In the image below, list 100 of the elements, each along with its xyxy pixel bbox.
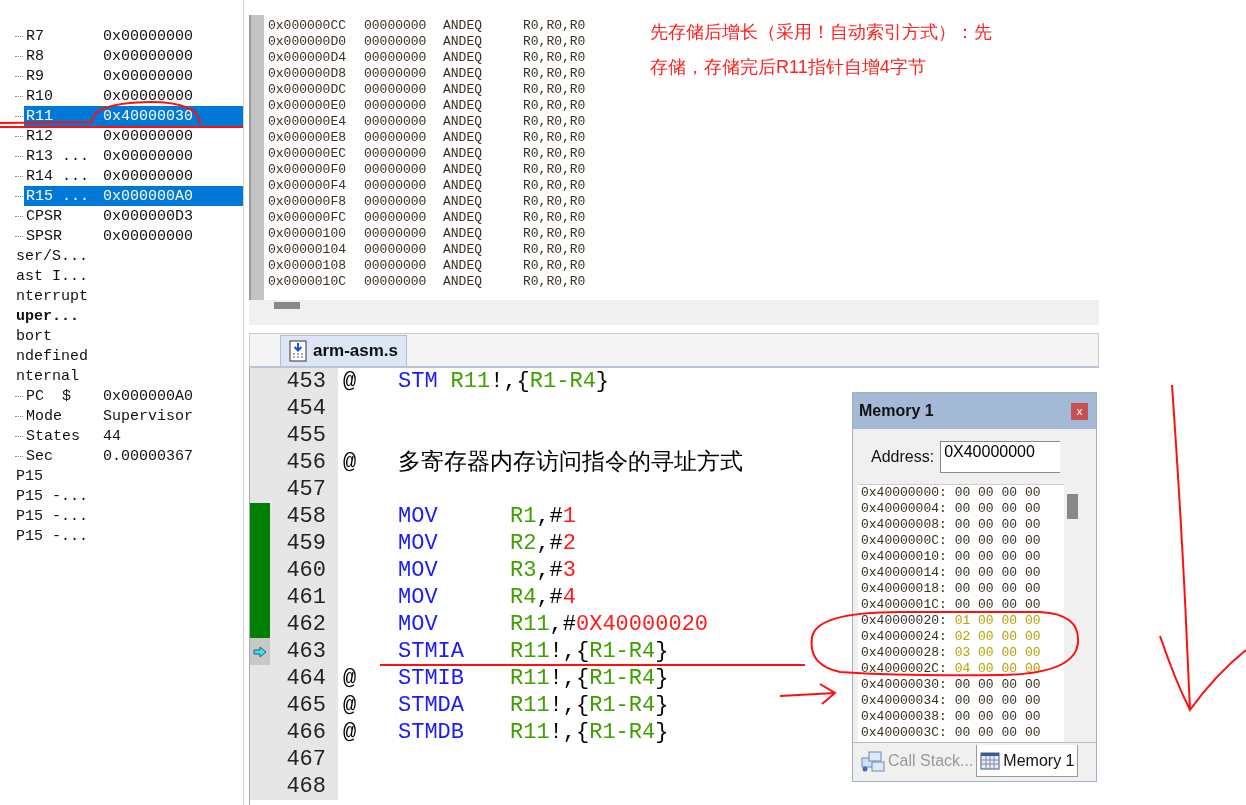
arrow-icon: [253, 645, 267, 658]
register-name: R11: [26, 107, 54, 125]
register-value: 0x00000000: [103, 147, 193, 165]
operands: R0,R0,R0: [523, 82, 586, 98]
mnemonic: ANDEQ: [443, 66, 483, 82]
mnemonic: ANDEQ: [443, 210, 483, 226]
opcode: 00000000: [364, 82, 428, 98]
opcode: 00000000: [364, 50, 428, 66]
mnemonic: ANDEQ: [443, 146, 483, 162]
register-row[interactable]: R14 ... 0x00000000: [24, 166, 243, 186]
memory-row: 0x40000000: 00 00 00 00: [861, 485, 1041, 501]
operands: R0,R0,R0: [523, 274, 586, 290]
window-title: Memory 1: [859, 402, 934, 420]
code-line: @ 多寄存器内存访问指令的寻址方式: [342, 450, 743, 475]
operands: R0,R0,R0: [523, 242, 586, 258]
operands: R0,R0,R0: [523, 114, 586, 130]
mnemonic: ANDEQ: [443, 98, 483, 114]
mnemonic: ANDEQ: [443, 114, 483, 130]
register-row[interactable]: R11 0x40000030: [24, 106, 243, 126]
mnemonic: ANDEQ: [443, 242, 483, 258]
opcode: 00000000: [364, 226, 428, 242]
memory-row: 0x40000008: 00 00 00 00: [861, 517, 1041, 533]
opcode: 00000000: [364, 98, 428, 114]
register-name: PC $: [26, 387, 72, 405]
code-line: @ STMIB R11!,{R1-R4}: [342, 666, 669, 691]
register-value: 0.00000367: [103, 447, 193, 465]
register-group[interactable]: nterrupt: [0, 287, 88, 305]
register-row[interactable]: Sec 0.00000367: [24, 446, 243, 466]
operands: R0,R0,R0: [523, 178, 586, 194]
grid-icon: [980, 751, 1001, 770]
memory-row: 0x40000030: 00 00 00 00: [861, 677, 1041, 693]
register-group[interactable]: bort: [0, 327, 52, 345]
instruction-address: 0x000000FC: [268, 210, 347, 226]
register-group[interactable]: P15 -...: [0, 527, 88, 545]
register-value: 0x00000000: [103, 227, 193, 245]
register-name: Mode: [26, 407, 63, 425]
register-group[interactable]: P15: [0, 467, 43, 485]
register-row[interactable]: R15 ... 0x000000A0: [24, 186, 243, 206]
register-group[interactable]: nternal: [0, 367, 79, 385]
file-icon: [289, 340, 307, 362]
register-value: 0x00000000: [103, 127, 193, 145]
register-row[interactable]: R9 0x00000000: [24, 66, 243, 86]
line-number: 464: [270, 665, 338, 692]
register-name: SPSR: [26, 227, 63, 245]
register-row[interactable]: R12 0x00000000: [24, 126, 243, 146]
scrollbar-thumb[interactable]: [274, 302, 300, 309]
operands: R0,R0,R0: [523, 194, 586, 210]
register-name: States: [26, 427, 81, 445]
line-number: 460: [270, 557, 338, 584]
address-field[interactable]: 0X40000000: [940, 440, 1061, 473]
register-row[interactable]: States 44: [24, 426, 243, 446]
register-group[interactable]: uper...: [0, 307, 79, 325]
code-line: MOV R4,#4: [397, 585, 576, 610]
opcode: 00000000: [364, 18, 428, 34]
register-row[interactable]: R8 0x00000000: [24, 46, 243, 66]
memory-row: 0x40000028: 03 00 00 00: [861, 645, 1041, 661]
instruction-address: 0x000000F0: [268, 162, 347, 178]
register-row[interactable]: R7 0x00000000: [24, 26, 243, 46]
opcode: 00000000: [364, 146, 428, 162]
register-row[interactable]: PC $ 0x000000A0: [24, 386, 243, 406]
register-group[interactable]: P15 -...: [0, 487, 88, 505]
opcode: 00000000: [364, 178, 428, 194]
close-button[interactable]: x: [1071, 402, 1088, 420]
code-line: MOV R1,#1: [397, 504, 576, 529]
register-name: R10: [26, 87, 54, 105]
register-value: 0x000000A0: [103, 387, 193, 405]
mnemonic: ANDEQ: [443, 178, 483, 194]
scrollbar-thumb[interactable]: [1067, 494, 1078, 519]
mnemonic: ANDEQ: [443, 50, 483, 66]
register-row[interactable]: SPSR 0x00000000: [24, 226, 243, 246]
register-row[interactable]: R13 ... 0x00000000: [24, 146, 243, 166]
register-row[interactable]: R10 0x00000000: [24, 86, 243, 106]
register-group[interactable]: ast I...: [0, 267, 88, 285]
memory-row: 0x40000004: 00 00 00 00: [861, 501, 1041, 517]
instruction-address: 0x000000D8: [268, 66, 347, 82]
code-line: @ STM R11!,{R1-R4}: [342, 369, 610, 394]
mnemonic: ANDEQ: [443, 194, 483, 210]
register-group[interactable]: P15 -...: [0, 507, 88, 525]
register-group[interactable]: ndefined: [0, 347, 88, 365]
register-name: R13 ...: [26, 147, 90, 165]
register-row[interactable]: CPSR 0x000000D3: [24, 206, 243, 226]
register-group[interactable]: ser/S...: [0, 247, 88, 265]
opcode: 00000000: [364, 34, 428, 50]
opcode: 00000000: [364, 114, 428, 130]
register-value: 0x40000030: [103, 107, 193, 125]
mnemonic: ANDEQ: [443, 18, 483, 34]
panel-tab[interactable]: Memory 1: [976, 745, 1079, 777]
horizontal-scrollbar[interactable]: [249, 300, 1099, 325]
operands: R0,R0,R0: [523, 50, 586, 66]
code-line: MOV R11,#0X40000020: [397, 612, 709, 637]
windows-icon: [861, 750, 885, 772]
register-value: Supervisor: [103, 407, 193, 425]
opcode: 00000000: [364, 194, 428, 210]
opcode: 00000000: [364, 274, 428, 290]
instruction-address: 0x000000F4: [268, 178, 347, 194]
register-row[interactable]: Mode Supervisor: [24, 406, 243, 426]
memory-row: 0x40000024: 02 00 00 00: [861, 629, 1041, 645]
operands: R0,R0,R0: [523, 210, 586, 226]
line-number: 466: [270, 719, 338, 746]
file-tab[interactable]: arm-asm.s: [280, 335, 408, 366]
